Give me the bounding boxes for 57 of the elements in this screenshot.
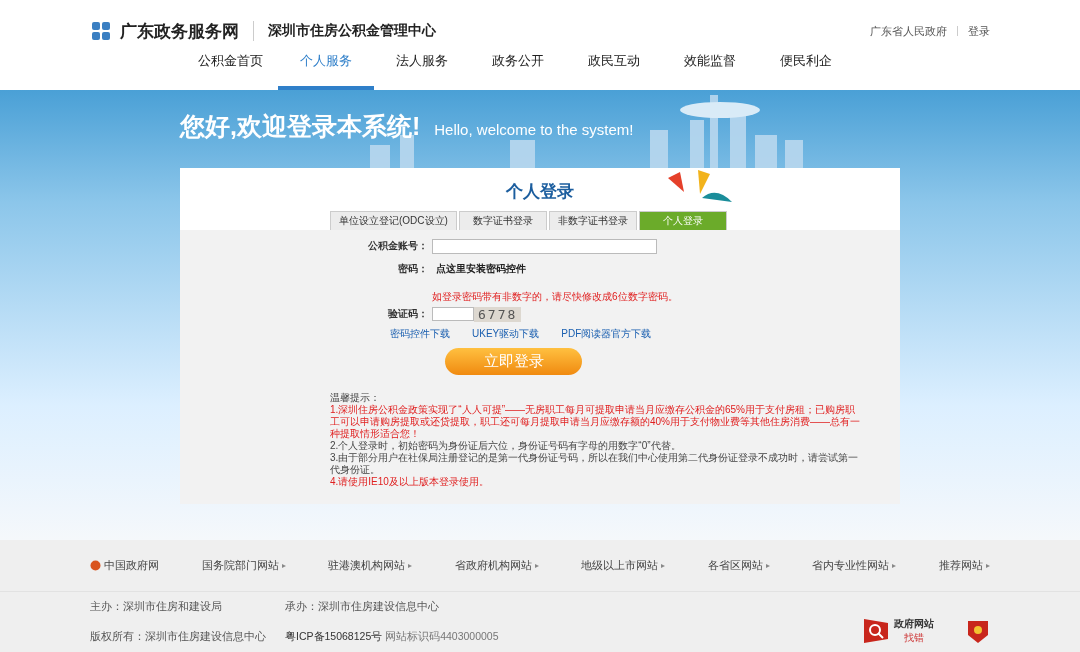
shield-icon[interactable] <box>968 619 988 643</box>
login-tab[interactable]: 数字证书登录 <box>458 211 547 230</box>
caret-icon <box>281 563 286 568</box>
download-link[interactable]: UKEY驱动下载 <box>472 327 540 341</box>
footer-link[interactable]: 省政府机构网站 <box>454 558 539 573</box>
org-name: 深圳市住房公积金管理中心 <box>268 22 436 40</box>
sponsor-text: 主办：深圳市住房和建设局 <box>90 600 223 614</box>
footer-link[interactable]: 推荐网站 <box>938 558 990 573</box>
notice-text: 4.请使用IE10及以上版本登录使用。 <box>330 476 490 488</box>
install-control-link[interactable]: 点这里安装密码控件 <box>436 262 526 276</box>
account-input[interactable] <box>432 238 657 254</box>
login-tab[interactable]: 单位设立登记(ODC设立) <box>330 211 457 230</box>
badge-title[interactable]: 政府网站 <box>894 617 934 631</box>
login-title: 个人登录 <box>506 181 574 203</box>
site-name: 广东政务服务网 <box>120 20 239 43</box>
caret-icon <box>661 563 666 568</box>
footer-link[interactable]: 中国政府网 <box>90 558 159 573</box>
login-tab[interactable]: 非数字证书登录 <box>548 211 637 230</box>
footer-link[interactable]: 地级以上市网站 <box>581 558 666 573</box>
caret-icon <box>765 563 770 568</box>
nav-item[interactable]: 政务公开 <box>470 46 566 90</box>
greeting-english: Hello, welcome to the system! <box>434 121 634 138</box>
site-id-text: 网站标识码4403000005 <box>385 630 499 642</box>
emblem-icon <box>90 560 101 571</box>
copyright-text: 版权所有：深圳市住房建设信息中心 <box>90 630 267 644</box>
footer-link[interactable]: 驻港澳机构网站 <box>328 558 413 573</box>
nav-item[interactable]: 效能监督 <box>662 46 758 90</box>
captcha-label: 验证码： <box>387 307 429 321</box>
nav-item[interactable]: 便民利企 <box>758 46 854 90</box>
notice-title: 温馨提示： <box>330 392 381 404</box>
notice-text: 2.个人登录时，初始密码为身份证后六位，身份证号码有字母的用数字“0”代替。 <box>330 440 682 452</box>
captcha-image[interactable]: 6778 <box>474 306 522 322</box>
badge-subtitle[interactable]: 找错 <box>894 631 934 645</box>
logo-icon <box>90 20 112 42</box>
download-link[interactable]: PDF阅读器官方下载 <box>561 327 652 341</box>
footer-link[interactable]: 国务院部门网站 <box>201 558 286 573</box>
download-link[interactable]: 密码控件下载 <box>390 327 450 341</box>
password-warning: 如登录密码带有非数字的，请尽快修改成6位数字密码。 <box>432 290 678 304</box>
footer-link[interactable]: 各省区网站 <box>707 558 770 573</box>
caret-icon <box>534 563 539 568</box>
header-link[interactable]: 广东省人民政府 <box>870 23 947 39</box>
password-label: 密码： <box>397 262 429 276</box>
captcha-input[interactable] <box>432 307 474 321</box>
caret-icon <box>985 563 990 568</box>
greeting: 您好,欢迎登录本系统! <box>180 111 421 142</box>
caret-icon <box>408 563 413 568</box>
footer-link[interactable]: 省内专业性网站 <box>812 558 897 573</box>
search-icon <box>864 619 890 643</box>
account-label: 公积金账号： <box>367 239 429 253</box>
notice-text: 3.由于部分用户在社保局注册登记的是第一代身份证号码，所以在我们中心使用第二代身份证登录不成功时，请尝试第一代身份证。 <box>330 452 860 476</box>
operator-text: 承办：深圳市住房建设信息中心 <box>285 600 440 614</box>
caret-icon <box>892 563 897 568</box>
nav-item[interactable]: 政民互动 <box>566 46 662 90</box>
nav-item[interactable]: 公积金首页 <box>182 46 278 90</box>
notice-text: 1.深圳住房公积金政策实现了“人人可提”——无房职工每月可提取申请当月应缴存公积金的65%用于支付房租；已购房职工可以申请购房提取或还贷提取，职工还可每月提取申请当月应缴存额的40%用于支付物业费等其他住房消费——总有一种提取情形适合您！ <box>330 404 860 440</box>
nav-item[interactable]: 法人服务 <box>374 46 470 90</box>
header-link[interactable]: 登录 <box>968 23 990 39</box>
